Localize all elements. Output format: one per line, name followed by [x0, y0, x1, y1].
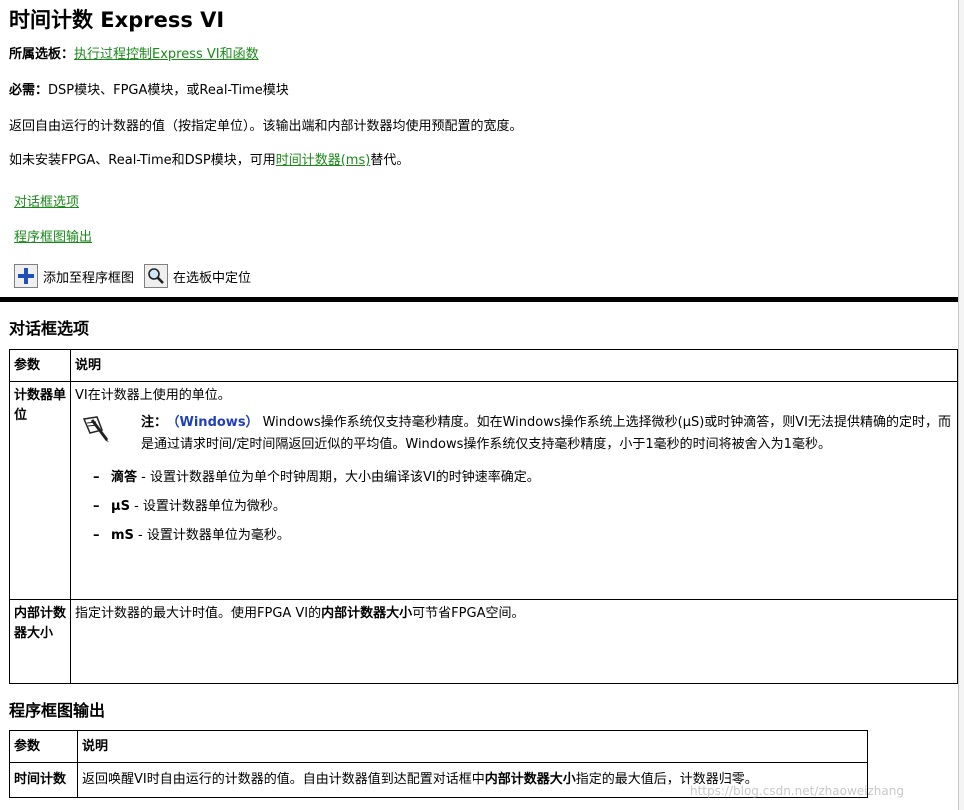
- dialog-options-table: 参数 说明 计数器单位 VI在计数器上使用的单位。 注： （Windows） W…: [9, 349, 958, 684]
- requires-line: 必需：DSP模块、FPGA模块，或Real-Time模块: [9, 82, 289, 100]
- requires-label: 必需：: [9, 83, 49, 98]
- diagram-outputs-heading: 程序框图输出: [9, 701, 106, 720]
- option-term: μS: [111, 499, 130, 514]
- vi-description: 返回自由运行的计数器的值（按指定单位）。该输出端和内部计数器均使用预配置的宽度。: [9, 119, 523, 134]
- palette-line: 所属选板：执行过程控制Express VI和函数: [9, 46, 259, 64]
- option-text: - 设置计数器单位为微秒。: [129, 499, 286, 514]
- option-text: - 设置计数器单位为单个时钟周期，大小由编译该VI的时钟速率确定。: [137, 470, 540, 485]
- bullet-dash: –: [93, 499, 100, 514]
- note-text: Windows操作系统仅支持毫秒精度。如在Windows操作系统上选择微秒(μS…: [141, 415, 952, 452]
- counter-unit-options: – 滴答 - 设置计数器单位为单个时钟周期，大小由编译该VI的时钟速率确定。 – μ…: [75, 468, 953, 546]
- table-row: 计数器单位 VI在计数器上使用的单位。 注： （Windows） Windows操作…: [9, 381, 958, 600]
- col-desc-header: 说明: [70, 349, 958, 382]
- action-row: 添加至程序框图 在选板中定位: [14, 263, 261, 289]
- alternative-line: 如未安装FPGA、Real-Time和DSP模块，可用时间计数器(ms)替代。: [9, 152, 409, 170]
- desc-internal-counter-size: 指定计数器的最大计时值。使用FPGA VI的内部计数器大小可节省FPGA空间。: [70, 599, 958, 684]
- col-param-header: 参数: [9, 730, 78, 763]
- option-term: mS: [111, 528, 134, 543]
- nav-dialog-options-text[interactable]: 对话框选项: [14, 195, 79, 210]
- nav-diagram-outputs-link[interactable]: 程序框图输出: [14, 229, 92, 247]
- note-pencil-icon: [81, 414, 111, 444]
- requires-text: DSP模块、FPGA模块，或Real-Time模块: [48, 83, 289, 98]
- list-item: – 滴答 - 设置计数器单位为单个时钟周期，大小由编译该VI的时钟速率确定。: [93, 468, 953, 488]
- nav-dialog-options-link[interactable]: 对话框选项: [14, 194, 79, 212]
- watermark: https://blog.csdn.net/zhaoweizhang: [690, 784, 904, 798]
- param-counter-units: 计数器单位: [9, 381, 71, 600]
- note-label: 注：: [141, 415, 168, 430]
- table-header-row: 参数 说明: [9, 730, 868, 763]
- option-text: - 设置计数器单位为毫秒。: [133, 528, 290, 543]
- alt-prefix: 如未安装FPGA、Real-Time和DSP模块，可用: [9, 153, 276, 168]
- bullet-dash: –: [93, 528, 100, 543]
- find-on-palette-icon[interactable]: [144, 264, 169, 288]
- list-item: – μS - 设置计数器单位为微秒。: [93, 497, 953, 517]
- palette-label: 所属选板：: [9, 47, 75, 62]
- table-row: 内部计数器大小 指定计数器的最大计时值。使用FPGA VI的内部计数器大小可节省…: [9, 599, 958, 684]
- note-platform: （Windows）: [173, 415, 259, 430]
- windows-note: 注： （Windows） Windows操作系统仅支持毫秒精度。如在Windows操…: [75, 412, 953, 456]
- col-desc-header: 说明: [77, 730, 868, 763]
- counter-units-desc: VI在计数器上使用的单位。: [75, 388, 231, 403]
- add-to-diagram-label[interactable]: 添加至程序框图: [43, 267, 134, 286]
- palette-link[interactable]: 执行过程控制Express VI和函数: [74, 47, 259, 62]
- window-frame-edge: [958, 0, 964, 810]
- help-page: 时间计数 Express VI 所属选板：执行过程控制Express VI和函数…: [0, 0, 958, 810]
- list-item: – mS - 设置计数器单位为毫秒。: [93, 526, 953, 546]
- section-divider: [0, 297, 958, 302]
- find-on-palette-label[interactable]: 在选板中定位: [173, 267, 251, 286]
- option-term: 滴答: [111, 470, 138, 485]
- desc-bold: 内部计数器大小: [484, 772, 576, 787]
- dialog-options-heading: 对话框选项: [9, 319, 90, 338]
- bullet-dash: –: [93, 470, 100, 485]
- desc-suffix: 可节省FPGA空间。: [412, 606, 525, 621]
- page-title: 时间计数 Express VI: [9, 8, 225, 32]
- param-tick-count: 时间计数: [9, 762, 78, 798]
- desc-prefix: 指定计数器的最大计时值。使用FPGA VI的: [75, 606, 322, 621]
- table-header-row: 参数 说明: [9, 349, 958, 382]
- desc-bold: 内部计数器大小: [321, 606, 413, 621]
- desc-prefix: 返回唤醒VI时自由运行的计数器的值。自由计数器值到达配置对话框中: [82, 772, 485, 787]
- desc-counter-units: VI在计数器上使用的单位。 注： （Windows） Windows操作系统仅支持毫…: [70, 381, 958, 600]
- col-param-header: 参数: [9, 349, 71, 382]
- alt-suffix: 替代。: [370, 153, 410, 168]
- add-to-diagram-icon[interactable]: [14, 264, 38, 288]
- nav-diagram-outputs-text[interactable]: 程序框图输出: [14, 230, 92, 245]
- alt-link[interactable]: 时间计数器(ms): [276, 153, 371, 168]
- param-internal-counter-size: 内部计数器大小: [9, 599, 71, 684]
